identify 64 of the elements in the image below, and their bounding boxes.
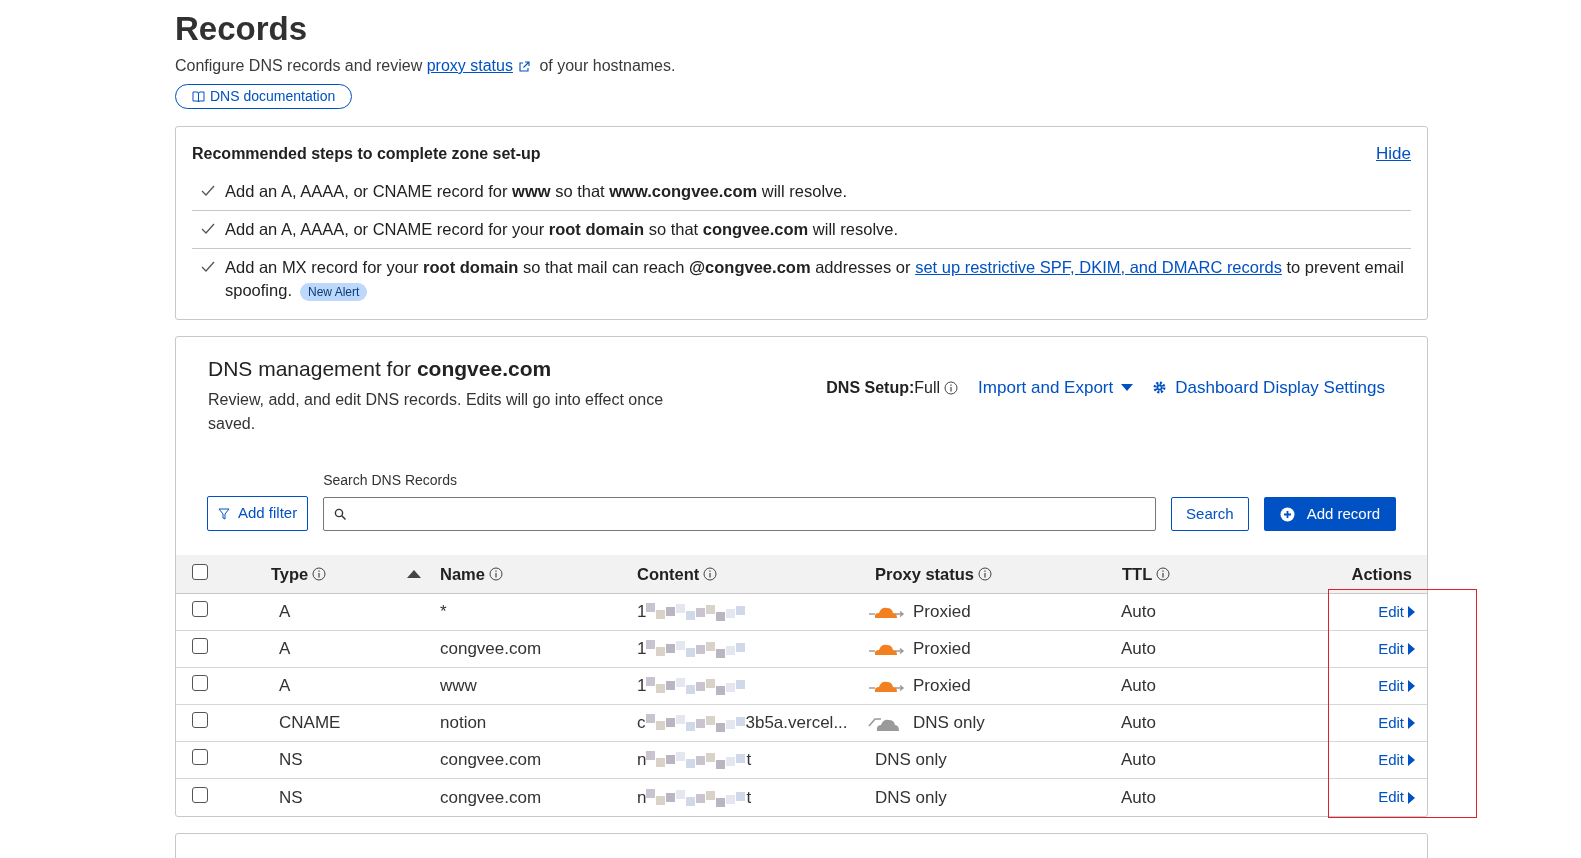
proxy-status-cell-text: Proxied	[913, 638, 971, 661]
edit-link[interactable]: Edit	[1378, 748, 1415, 772]
type-cell-text: NS	[279, 749, 303, 772]
content-cell-text: 1	[637, 601, 647, 624]
content-cell-text: 3b5a.vercel...	[745, 712, 848, 735]
ttl-cell-text: Auto	[1121, 712, 1157, 735]
content-cell-text: 1	[637, 638, 647, 661]
setup-step: Add an A, AAAA, or CNAME record for www so that www.congvee.com will resolve.	[225, 179, 848, 203]
name-cell-text: congvee.com	[440, 749, 542, 772]
add-filter-button[interactable]: Add filter	[207, 496, 309, 531]
column-header[interactable]: Type	[271, 561, 309, 587]
column-header[interactable]: Content	[637, 561, 700, 587]
search-button[interactable]: Search	[1171, 497, 1249, 531]
page-title: Records	[175, 10, 309, 48]
content-cell-text: n	[637, 749, 647, 772]
name-cell-text: *	[440, 601, 447, 624]
spf-dkim-dmarc-link[interactable]: set up restrictive SPF, DKIM, and DMARC records	[915, 257, 1282, 276]
column-header: Actions	[1351, 563, 1412, 585]
type-cell-text: A	[279, 638, 291, 661]
section-title: DNS management for congvee.com	[208, 355, 553, 382]
card-title: Recommended steps to complete zone set-up	[192, 143, 541, 164]
page-description: Configure DNS records and review proxy status of your hostnames.	[175, 56, 677, 76]
display-settings-link[interactable]: Dashboard Display Settings	[1153, 374, 1385, 401]
proxy-status-cell-text: Proxied	[913, 601, 971, 624]
edit-link[interactable]: Edit	[1378, 600, 1415, 624]
content-cell-text: n	[637, 786, 647, 809]
proxy-status-link[interactable]: proxy status	[426, 57, 513, 74]
name-cell-text: www	[440, 675, 477, 698]
type-cell-text: CNAME	[279, 712, 341, 735]
proxy-status-cell-text: DNS only	[913, 712, 985, 735]
setup-step: Add an A, AAAA, or CNAME record for your root domain so that congvee.com will resolve.	[225, 217, 899, 241]
hide-link[interactable]: Hide	[1376, 141, 1411, 167]
section-subtitle: Review, add, and edit DNS records. Edits will go into effect once saved.	[208, 390, 665, 434]
column-header[interactable]: Proxy status	[875, 561, 975, 587]
proxy-status-cell-text: DNS only	[875, 749, 947, 772]
new-alert-badge: New Alert	[299, 282, 368, 301]
ttl-cell-text: Auto	[1121, 786, 1157, 809]
ttl-cell-text: Auto	[1121, 638, 1157, 661]
import-export-dropdown[interactable]: Import and Export	[978, 374, 1134, 401]
edit-link[interactable]: Edit	[1378, 637, 1415, 661]
type-cell-text: A	[279, 601, 291, 624]
content-cell-text: t	[746, 749, 752, 772]
proxy-status-cell-text: DNS only	[875, 786, 947, 809]
edit-link[interactable]: Edit	[1378, 786, 1415, 809]
type-cell-text: A	[279, 675, 291, 698]
ttl-cell-text: Auto	[1121, 749, 1157, 772]
name-cell-text: congvee.com	[440, 786, 542, 809]
name-cell-text: congvee.com	[440, 638, 542, 661]
setup-step: Add an MX record for your root domain so that mail can reach @congvee.com addresses or set up restrictive SPF, DKIM, and DMARC records to prevent email spoofing. New Alert	[225, 255, 1411, 302]
edit-link[interactable]: Edit	[1378, 711, 1415, 735]
column-header[interactable]: Name	[440, 561, 485, 587]
content-cell-text: c	[637, 712, 646, 735]
ttl-cell-text: Auto	[1121, 675, 1157, 698]
dns-setup-label: DNS Setup:Full	[826, 377, 941, 398]
name-cell-text: notion	[440, 712, 487, 735]
search-label: Search DNS Records	[323, 471, 459, 490]
proxy-status-cell-text: Proxied	[913, 675, 971, 698]
add-record-button[interactable]: Add record	[1263, 497, 1396, 531]
content-cell-text: t	[746, 786, 752, 809]
ttl-cell-text: Auto	[1121, 601, 1157, 624]
column-header[interactable]: TTL	[1122, 561, 1153, 587]
type-cell-text: NS	[279, 786, 303, 809]
content-cell-text: 1	[637, 675, 647, 698]
edit-link[interactable]: Edit	[1378, 674, 1415, 698]
